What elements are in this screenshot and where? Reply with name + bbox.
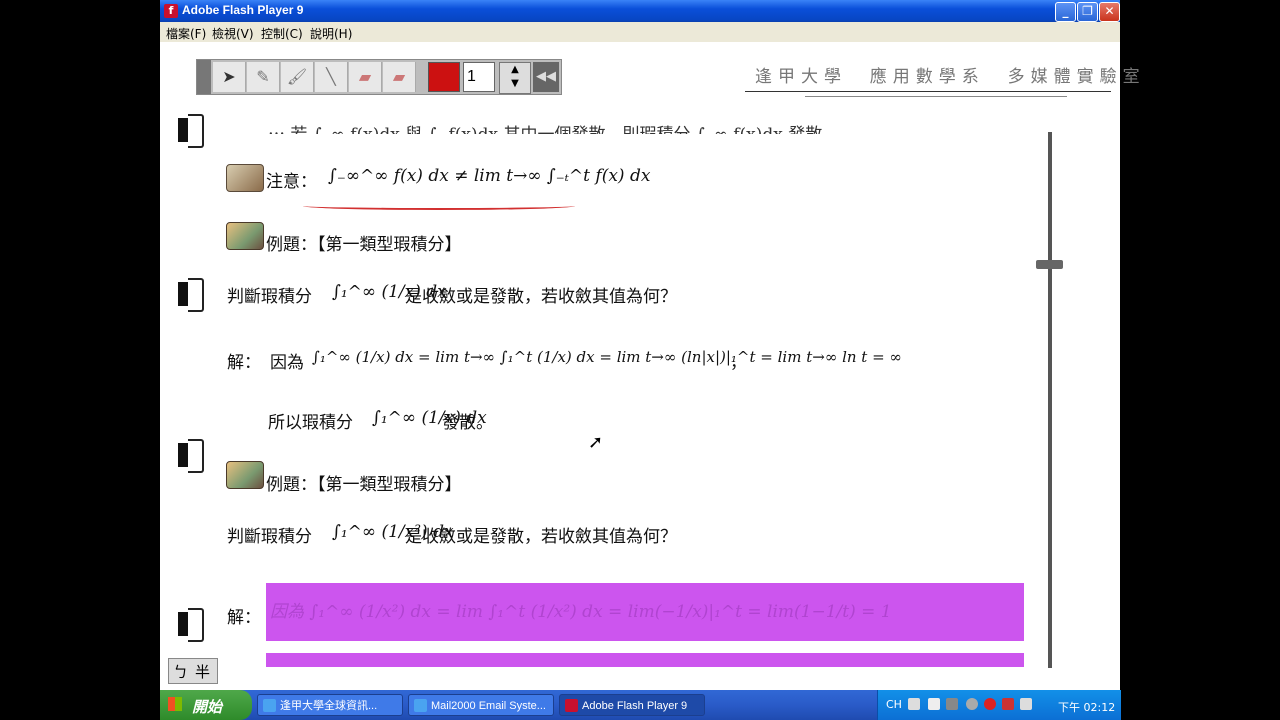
q2-prefix: 判斷瑕積分 [227,527,312,547]
input-method-box[interactable]: ㄅ 半 [168,658,218,684]
s1b-suffix: 發散。 [442,413,493,433]
example1-title: 例題：【第一類型瑕積分】 [266,235,462,255]
ie-icon [263,699,276,712]
antivirus-icon[interactable] [984,698,996,710]
rewind-icon[interactable]: ◀◀ [533,62,559,92]
ime-icon[interactable] [908,698,920,710]
notebook-ring [178,278,204,312]
task-browser[interactable]: 逢甲大學全球資訊... [257,694,403,716]
notebook-ring [178,608,204,642]
window-title: Adobe Flash Player 9 [182,3,304,17]
flash-icon: f [164,4,178,18]
solution2-label: 解： [227,608,261,628]
arrow-icon[interactable] [966,698,978,710]
clear-eraser-icon[interactable]: ▰ [383,62,416,92]
menu-help[interactable]: 說明(H) [310,25,352,42]
network-icon[interactable] [946,698,958,710]
s1-suffix: ， [730,353,747,373]
system-tray: CH 下午 02:12 [877,690,1121,720]
menu-view[interactable]: 檢視(V) [212,25,254,42]
help-icon[interactable] [928,698,940,710]
example-icon [226,222,264,250]
task-label: 逢甲大學全球資訊... [280,700,378,712]
header-rule [745,91,1111,92]
pen-width-field[interactable]: 1 [463,62,495,92]
flash-icon [565,699,578,712]
note-label: 注意： [266,172,317,192]
pen-width-stepper[interactable]: ▲ ▼ [499,62,531,94]
maximize-button[interactable]: ❐ [1077,2,1098,22]
example2-title: 例題：【第一類型瑕積分】 [266,475,462,495]
brush-icon[interactable]: 🖌 [281,62,314,92]
app-icon[interactable] [1002,698,1014,710]
red-underline-annotation [303,202,575,210]
lab-header: 逢甲大學 應用數學系 多媒體實驗室 [755,67,1146,87]
menu-file[interactable]: 檔案(F) [166,25,206,42]
s1-prefix: 因為 [270,353,304,373]
pen-color-swatch[interactable] [428,62,460,92]
note-formula: ∫₋∞^∞ f(x) dx ≠ lim t→∞ ∫₋ₜ^t f(x) dx [328,166,651,186]
example-icon [226,461,264,489]
task-flash[interactable]: Adobe Flash Player 9 [559,694,705,716]
header-rule-short [805,96,1067,97]
partial-text-line: ⋯ 若 ∫₋∞ f(x)dx 與 ∫ₐ f(x)dx 其中一個發散，則瑕積分 ∫… [268,120,822,134]
open-book-icon [226,164,264,192]
close-button[interactable]: ✕ [1099,2,1120,22]
eraser-icon[interactable]: ▰ [349,62,382,92]
pencil-icon[interactable]: ✎ [247,62,280,92]
start-button[interactable]: 開始 [160,690,252,720]
notebook-ring [178,439,204,473]
toolbar-grip[interactable] [197,60,211,94]
hidden-answer-text: 因為 ∫₁^∞ (1/x²) dx = lim ∫₁^t (1/x²) dx =… [270,602,892,622]
answer-cover-mask-2[interactable] [266,653,1024,667]
task-label: Mail2000 Email Syste... [431,700,546,712]
flash-content: ➤ ✎ 🖌 ╲ ▰ ▰ 1 ▲▼ ◀◀ 逢甲大學 應用數學系 多媒體實驗室 ⋯ … [160,42,1140,690]
safely-remove-icon[interactable] [1020,698,1032,710]
s1-formula: ∫₁^∞ (1/x) dx = lim t→∞ ∫₁^t (1/x) dx = … [312,348,902,366]
solution-label: 解： [227,353,261,373]
line-icon[interactable]: ╲ [315,62,348,92]
q1-prefix: 判斷瑕積分 [227,287,312,307]
flash-player-window: f Adobe Flash Player 9 _ ❐ ✕ 檔案(F) 檢視(V)… [160,0,1140,690]
language-indicator[interactable]: CH [886,698,902,711]
windows-logo-icon [168,697,182,711]
menu-bar: 檔案(F) 檢視(V) 控制(C) 說明(H) [160,22,1120,42]
taskbar: 開始 逢甲大學全球資訊... Mail2000 Email Syste... A… [160,690,1121,720]
scrollbar-thumb[interactable] [1036,260,1063,269]
q1-suffix: 是收斂或是發散，若收斂其值為何？ [405,287,677,307]
task-mail[interactable]: Mail2000 Email Syste... [408,694,554,716]
mouse-cursor-icon: ➚ [588,432,604,453]
drawing-toolbar: ➤ ✎ 🖌 ╲ ▰ ▰ 1 ▲ ▼ ◀◀ [196,59,562,95]
title-bar[interactable]: f Adobe Flash Player 9 _ ❐ ✕ [160,0,1120,22]
s1b-prefix: 所以瑕積分 [268,413,353,433]
scrollbar-track[interactable] [1048,132,1052,668]
arrow-pointer-icon[interactable]: ➤ [213,62,246,92]
ie-icon [414,699,427,712]
halfwidth-char: 半 [195,663,211,681]
menu-control[interactable]: 控制(C) [261,25,303,42]
minimize-button[interactable]: _ [1055,2,1076,22]
start-label: 開始 [192,699,223,716]
task-label: Adobe Flash Player 9 [582,700,688,712]
q2-suffix: 是收斂或是發散，若收斂其值為何？ [405,527,677,547]
clock: 下午 02:12 [1058,701,1116,714]
zhuyin-char: ㄅ [173,663,189,681]
notebook-ring [178,114,204,148]
